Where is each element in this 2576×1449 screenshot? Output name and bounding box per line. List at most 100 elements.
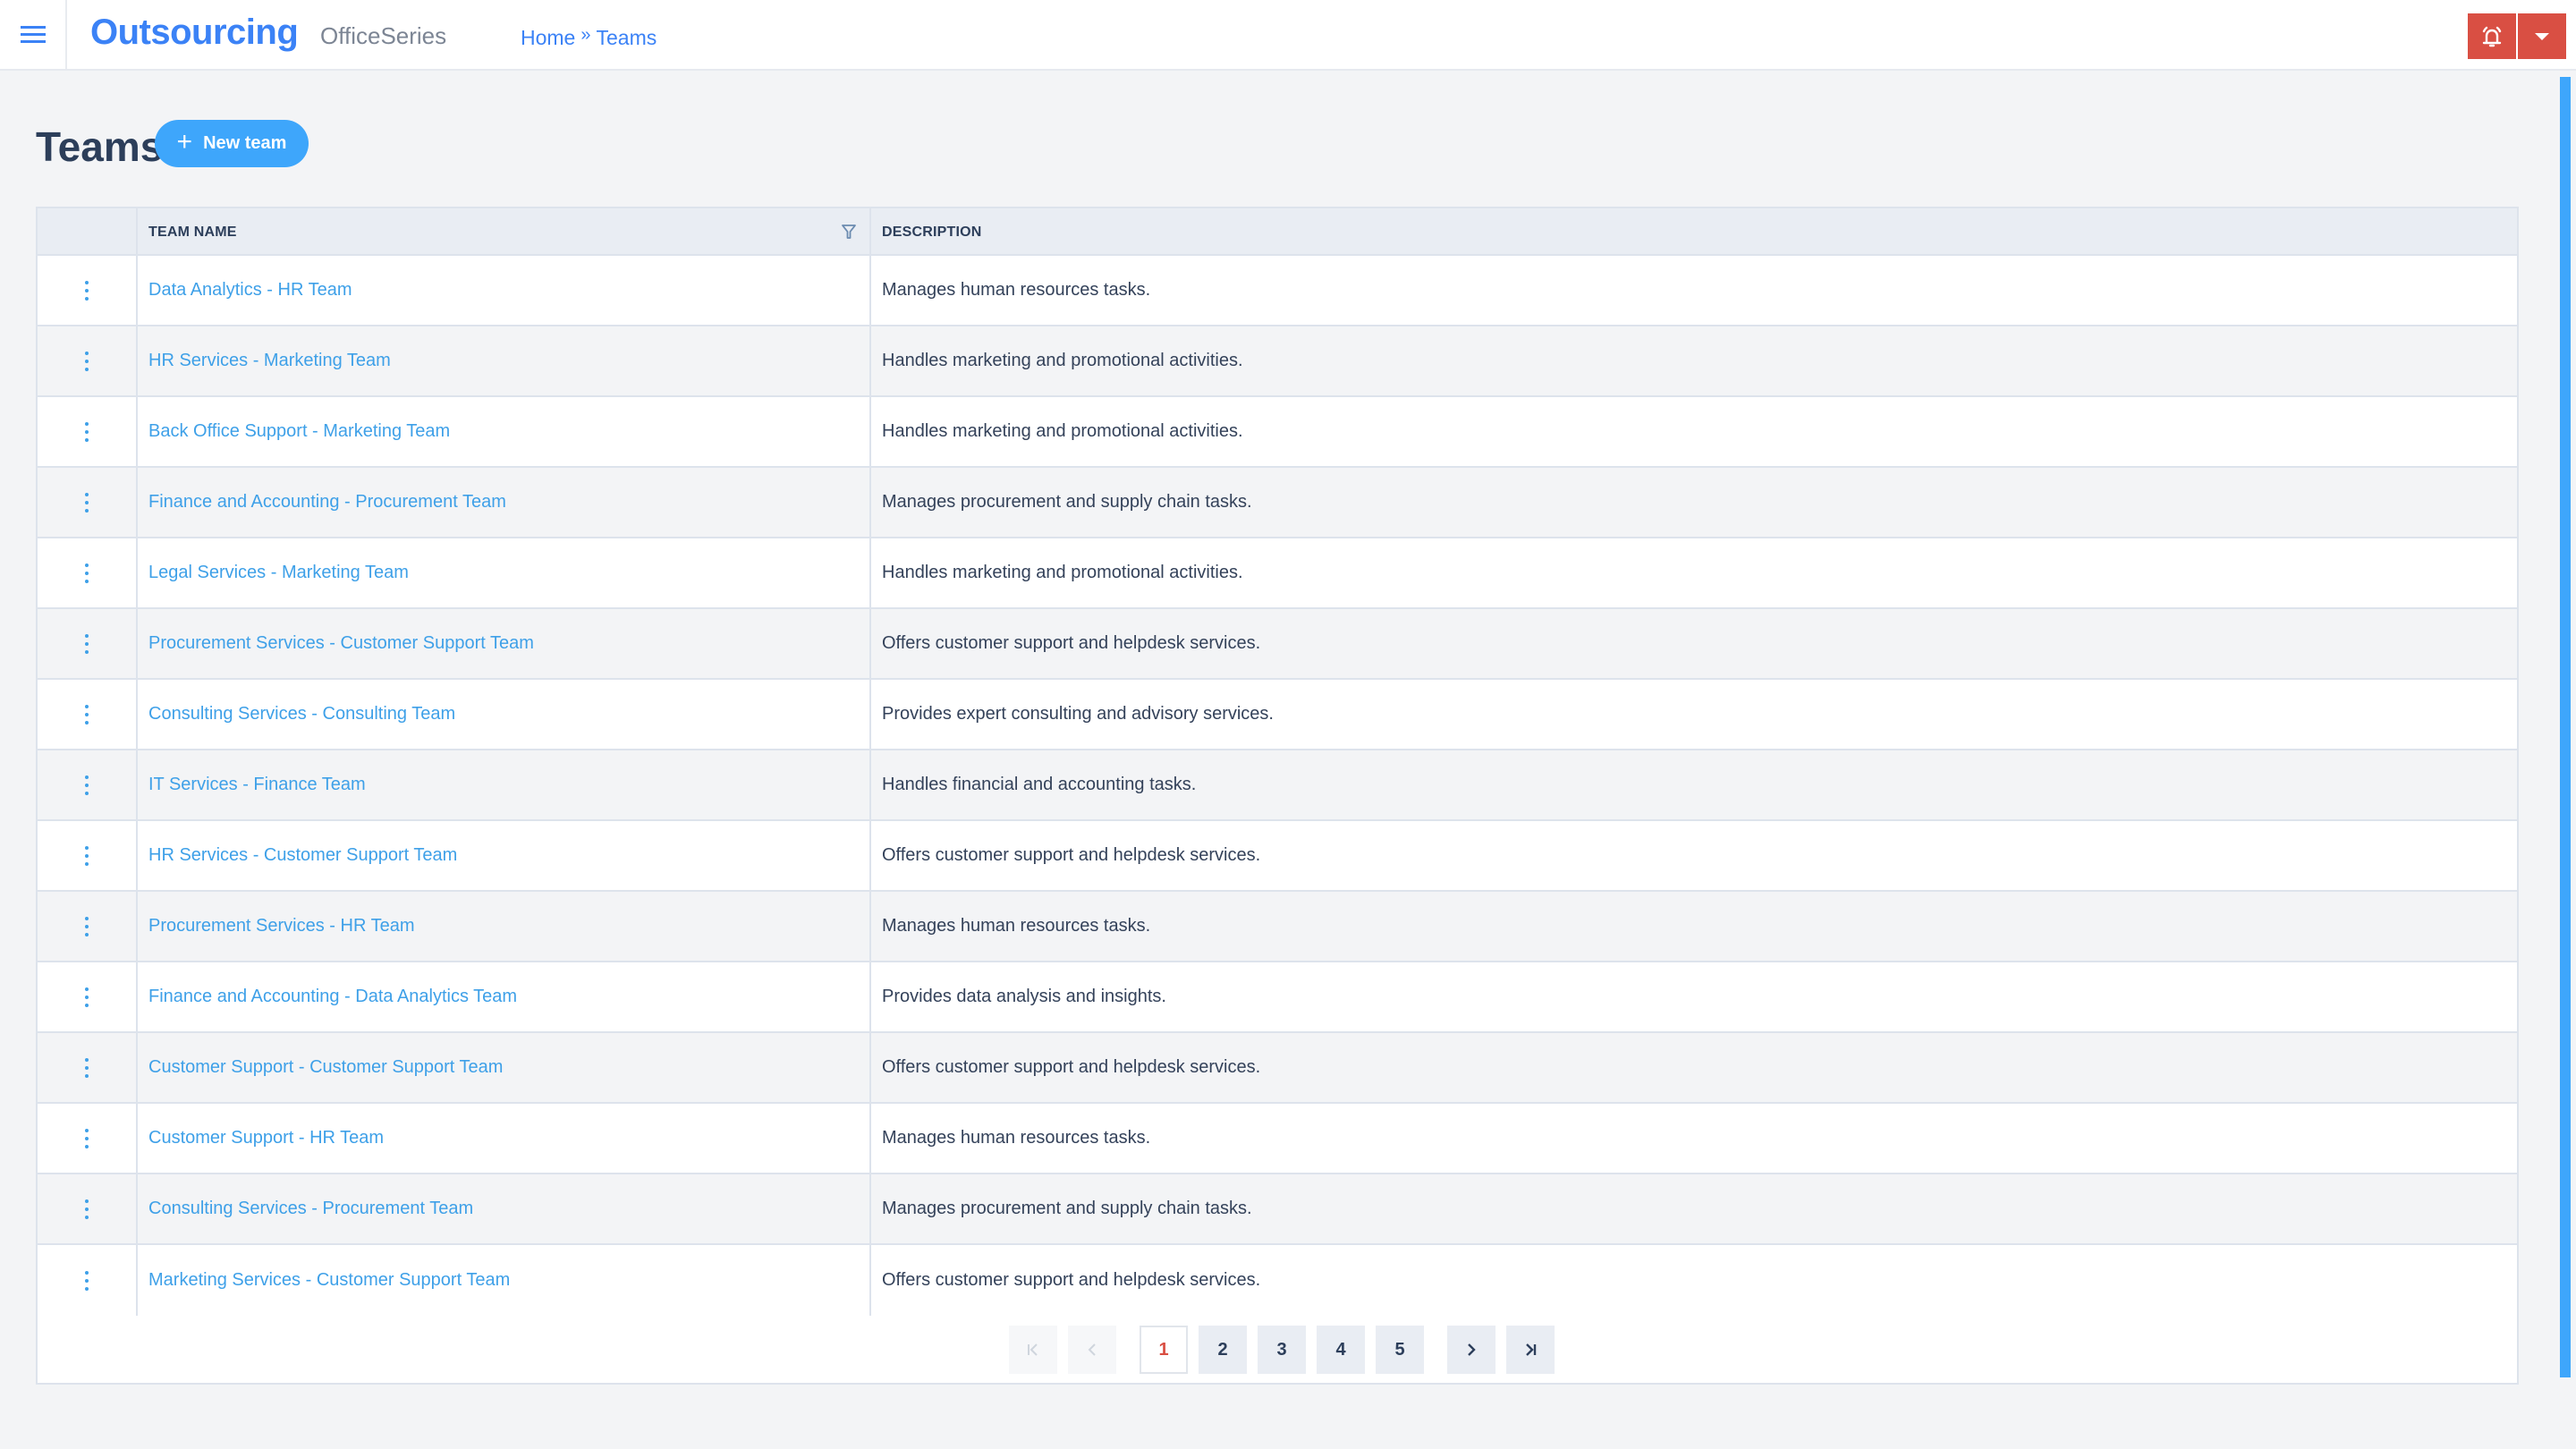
pagination: 1 2 3 4 5 xyxy=(1009,1326,1565,1374)
team-name-cell: Data Analytics - HR Team xyxy=(138,256,871,325)
last-page-icon xyxy=(1526,1343,1537,1356)
last-page-button[interactable] xyxy=(1506,1326,1555,1374)
team-name-cell: Finance and Accounting - Procurement Tea… xyxy=(138,468,871,537)
team-name-cell: Consulting Services - Procurement Team xyxy=(138,1174,871,1243)
page-button-2[interactable]: 2 xyxy=(1199,1326,1247,1374)
kebab-menu-icon[interactable] xyxy=(78,560,96,587)
team-name-link[interactable]: Consulting Services - Procurement Team xyxy=(148,1199,473,1219)
team-name-link[interactable]: Finance and Accounting - Data Analytics … xyxy=(148,987,517,1007)
breadcrumb-teams[interactable]: Teams xyxy=(596,26,657,50)
prev-page-button[interactable] xyxy=(1068,1326,1116,1374)
first-page-icon xyxy=(1028,1343,1038,1356)
team-name-cell: Customer Support - Customer Support Team xyxy=(138,1033,871,1102)
row-actions-cell xyxy=(38,821,138,890)
team-name-cell: Legal Services - Marketing Team xyxy=(138,538,871,607)
team-name-link[interactable]: Back Office Support - Marketing Team xyxy=(148,421,450,442)
breadcrumb-home[interactable]: Home xyxy=(521,26,575,50)
row-actions-cell xyxy=(38,680,138,749)
team-name-link[interactable]: Customer Support - HR Team xyxy=(148,1128,384,1148)
table-row: Finance and Accounting - Procurement Tea… xyxy=(38,468,2517,538)
table-row: HR Services - Marketing Team Handles mark… xyxy=(38,326,2517,397)
description-cell: Manages human resources tasks. xyxy=(882,916,1151,936)
team-name-link[interactable]: Procurement Services - Customer Support … xyxy=(148,633,534,654)
description-cell: Handles marketing and promotional activi… xyxy=(882,351,1243,370)
page-button-5[interactable]: 5 xyxy=(1376,1326,1424,1374)
kebab-menu-icon[interactable] xyxy=(78,772,96,799)
kebab-menu-icon[interactable] xyxy=(78,984,96,1011)
description-cell: Provides expert consulting and advisory … xyxy=(882,704,1274,724)
kebab-menu-icon[interactable] xyxy=(78,1196,96,1223)
kebab-menu-icon[interactable] xyxy=(78,277,96,304)
page-button-1[interactable]: 1 xyxy=(1140,1326,1188,1374)
table-header: TEAM NAME DESCRIPTION xyxy=(38,208,2517,256)
top-bar: Outsourcing OfficeSeries Home » Teams xyxy=(0,0,2576,71)
kebab-menu-icon[interactable] xyxy=(78,1125,96,1152)
new-team-button[interactable]: + New team xyxy=(155,120,309,167)
team-name-cell: HR Services - Customer Support Team xyxy=(138,821,871,890)
column-header-actions xyxy=(38,208,138,256)
description-cell: Offers customer support and helpdesk ser… xyxy=(882,845,1261,865)
team-name-cell: Consulting Services - Consulting Team xyxy=(138,680,871,749)
row-actions-cell xyxy=(38,468,138,537)
column-header-team-name-label: TEAM NAME xyxy=(148,224,237,240)
table-row: Marketing Services - Customer Support Te… xyxy=(38,1245,2517,1316)
filter-icon[interactable] xyxy=(841,224,857,240)
table-row: IT Services - Finance Team Handles financ… xyxy=(38,750,2517,821)
kebab-menu-icon[interactable] xyxy=(78,489,96,516)
user-dropdown-button[interactable] xyxy=(2518,13,2566,59)
plus-icon: + xyxy=(176,127,193,157)
page-button-4[interactable]: 4 xyxy=(1317,1326,1365,1374)
team-name-cell: Marketing Services - Customer Support Te… xyxy=(138,1245,871,1316)
new-team-label: New team xyxy=(203,133,287,153)
team-name-link[interactable]: Data Analytics - HR Team xyxy=(148,280,352,301)
app-brand[interactable]: Outsourcing xyxy=(90,13,299,53)
table-row: Data Analytics - HR Team Manages human re… xyxy=(38,256,2517,326)
description-cell: Handles marketing and promotional activi… xyxy=(882,421,1243,441)
team-name-link[interactable]: Consulting Services - Consulting Team xyxy=(148,704,455,724)
next-page-button[interactable] xyxy=(1447,1326,1496,1374)
kebab-menu-icon[interactable] xyxy=(78,1055,96,1081)
kebab-menu-icon[interactable] xyxy=(78,1267,96,1294)
team-name-link[interactable]: IT Services - Finance Team xyxy=(148,775,366,795)
table-row: Legal Services - Marketing Team Handles m… xyxy=(38,538,2517,609)
row-actions-cell xyxy=(38,397,138,466)
table-row: Customer Support - Customer Support Team… xyxy=(38,1033,2517,1104)
description-cell: Manages human resources tasks. xyxy=(882,1128,1151,1148)
first-page-button[interactable] xyxy=(1009,1326,1057,1374)
team-name-link[interactable]: Marketing Services - Customer Support Te… xyxy=(148,1270,510,1291)
kebab-menu-icon[interactable] xyxy=(78,701,96,728)
page-button-3[interactable]: 3 xyxy=(1258,1326,1306,1374)
column-header-team-name[interactable]: TEAM NAME xyxy=(138,208,871,256)
menu-toggle-button[interactable] xyxy=(0,0,67,69)
row-actions-cell xyxy=(38,326,138,395)
table-row: Procurement Services - Customer Support … xyxy=(38,609,2517,680)
kebab-menu-icon[interactable] xyxy=(78,631,96,657)
next-page-icon xyxy=(1468,1343,1476,1356)
hamburger-icon xyxy=(20,25,46,44)
team-name-link[interactable]: Procurement Services - HR Team xyxy=(148,916,415,936)
prev-page-icon xyxy=(1088,1343,1096,1356)
table-row: Back Office Support - Marketing Team Hand… xyxy=(38,397,2517,468)
kebab-menu-icon[interactable] xyxy=(78,843,96,869)
team-name-link[interactable]: HR Services - Customer Support Team xyxy=(148,845,457,866)
team-name-cell: Procurement Services - HR Team xyxy=(138,892,871,961)
kebab-menu-icon[interactable] xyxy=(78,348,96,375)
team-name-link[interactable]: Legal Services - Marketing Team xyxy=(148,563,409,583)
alerts-button[interactable] xyxy=(2468,13,2516,59)
app-subbrand: OfficeSeries xyxy=(320,22,447,49)
page-scrollbar[interactable] xyxy=(2560,77,2571,1377)
description-cell: Offers customer support and helpdesk ser… xyxy=(882,1270,1261,1290)
team-name-cell: HR Services - Marketing Team xyxy=(138,326,871,395)
row-actions-cell xyxy=(38,256,138,325)
team-name-link[interactable]: Finance and Accounting - Procurement Tea… xyxy=(148,492,506,513)
kebab-menu-icon[interactable] xyxy=(78,913,96,940)
team-name-link[interactable]: HR Services - Marketing Team xyxy=(148,351,391,371)
description-cell: Handles financial and accounting tasks. xyxy=(882,775,1197,794)
row-actions-cell xyxy=(38,1033,138,1102)
row-actions-cell xyxy=(38,962,138,1031)
caret-down-icon xyxy=(2535,32,2549,40)
kebab-menu-icon[interactable] xyxy=(78,419,96,445)
team-name-cell: IT Services - Finance Team xyxy=(138,750,871,819)
team-name-link[interactable]: Customer Support - Customer Support Team xyxy=(148,1057,503,1078)
breadcrumb: Home » Teams xyxy=(521,25,657,50)
